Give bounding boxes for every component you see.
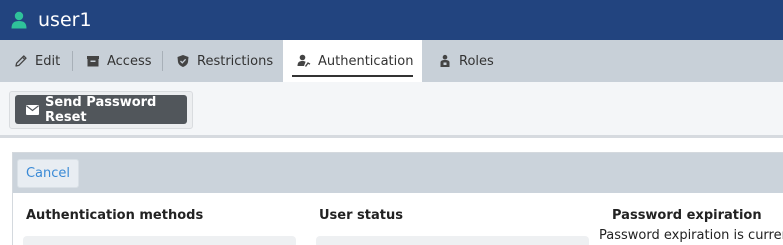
tab-divider (162, 51, 163, 71)
authentication-methods-heading: Authentication methods (26, 208, 204, 223)
send-password-reset-label: Send Password Reset (45, 94, 157, 125)
authentication-methods-box (23, 236, 296, 245)
tab-edit[interactable]: Edit (14, 40, 60, 82)
cancel-button[interactable]: Cancel (17, 159, 79, 188)
user-status-box (316, 236, 589, 245)
tab-bar: Edit Access Restrictions Authentication … (0, 40, 783, 82)
pencil-icon (14, 54, 28, 68)
user-key-icon (297, 54, 311, 68)
inbox-icon (86, 54, 100, 68)
user-icon (10, 11, 28, 29)
title-bar: user1 (0, 0, 783, 40)
tab-divider (72, 51, 73, 71)
password-expiration-heading: Password expiration (612, 208, 762, 223)
shield-icon (176, 54, 190, 68)
tab-label: Edit (35, 53, 61, 69)
password-expiration-status: Password expiration is current (599, 228, 783, 243)
tab-label: Restrictions (197, 53, 274, 69)
active-tab-indicator (292, 75, 413, 77)
tab-label: Access (107, 53, 152, 69)
tab-access[interactable]: Access (86, 40, 152, 82)
tab-roles[interactable]: Roles (438, 40, 494, 82)
tab-label: Authentication (318, 53, 414, 69)
roles-icon (438, 54, 452, 68)
send-password-reset-button[interactable]: Send Password Reset (15, 94, 187, 125)
tab-label: Roles (459, 53, 494, 69)
user-status-heading: User status (319, 208, 403, 223)
panel-header (13, 153, 783, 193)
tab-authentication[interactable]: Authentication (283, 40, 422, 82)
tab-restrictions[interactable]: Restrictions (176, 40, 273, 82)
envelope-icon (26, 104, 39, 115)
page-title: user1 (38, 9, 92, 31)
